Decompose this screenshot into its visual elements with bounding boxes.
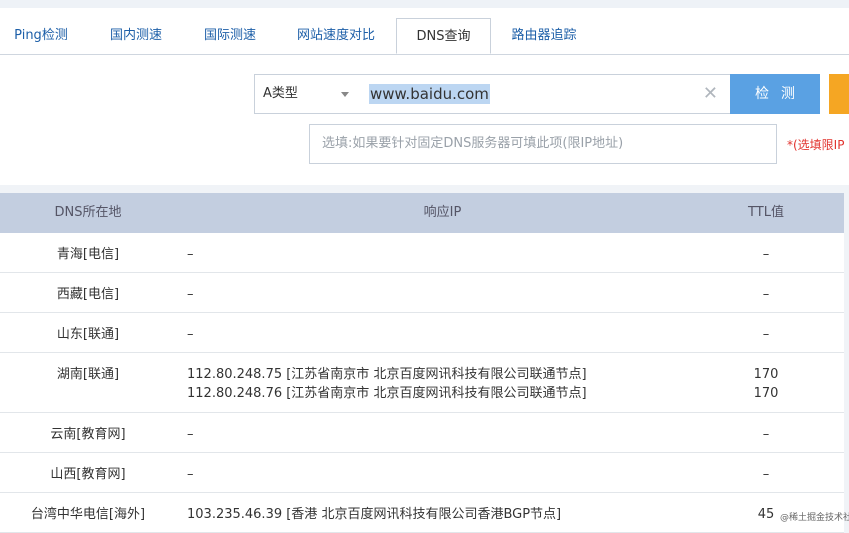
table-row: 山西[教育网] – – — [0, 453, 844, 493]
row-ips: 112.80.248.75 [江苏省南京市 北京百度网讯科技有限公司联通节点] 1… — [187, 365, 587, 403]
tab-ping[interactable]: Ping检测 — [0, 18, 82, 54]
row-ips: – — [187, 465, 194, 484]
ttl-value: – — [762, 467, 770, 482]
response-ip: 112.80.248.75 [江苏省南京市 北京百度网讯科技有限公司联通节点] — [187, 367, 587, 382]
tab-site-compare[interactable]: 网站速度对比 — [284, 18, 388, 54]
row-location: 青海[电信] — [56, 247, 120, 262]
response-ip: – — [187, 427, 194, 442]
table-row: 西藏[电信] – – — [0, 273, 844, 313]
chevron-down-icon — [341, 92, 349, 97]
tab-domestic-speed[interactable]: 国内测速 — [96, 18, 176, 54]
top-strip — [0, 0, 849, 8]
row-location: 云南[教育网] — [50, 427, 126, 442]
table-row: 台湾中华电信[海外] 103.235.46.39 [香港 北京百度网讯科技有限公司… — [0, 493, 844, 533]
ttl-value: – — [762, 287, 770, 302]
ttl-value: 170 — [753, 386, 779, 401]
table-row: 湖南[联通] 112.80.248.75 [江苏省南京市 北京百度网讯科技有限公司… — [0, 353, 844, 413]
tab-bar: Ping检测 国内测速 国际测速 网站速度对比 DNS查询 路由器追踪 — [0, 8, 849, 55]
response-ip: 112.80.248.76 [江苏省南京市 北京百度网讯科技有限公司联通节点] — [187, 386, 587, 401]
row-ttls: – — [736, 325, 796, 344]
row-ttls: – — [736, 285, 796, 304]
response-ip: – — [187, 247, 194, 262]
ttl-value: – — [762, 327, 770, 342]
row-location: 山东[联通] — [56, 327, 120, 342]
header-location: DNS所在地 — [54, 205, 122, 220]
row-ips: – — [187, 325, 194, 344]
row-ips: – — [187, 285, 194, 304]
response-ip: – — [187, 287, 194, 302]
table-row: 云南[教育网] – – — [0, 413, 844, 453]
tab-international-speed[interactable]: 国际测速 — [190, 18, 270, 54]
close-icon[interactable]: ✕ — [703, 84, 718, 104]
table-body: 青海[电信] – – 西藏[电信] – – 山东[联通] – – 湖南[联通] 112.80.248… — [0, 233, 844, 533]
row-location: 西藏[电信] — [56, 287, 120, 302]
row-ttls: 170 170 — [736, 365, 796, 403]
response-ip: – — [187, 327, 194, 342]
header-ttl: TTL值 — [748, 205, 784, 220]
secondary-button[interactable] — [829, 74, 849, 114]
row-location: 湖南[联通] — [56, 367, 120, 382]
table-row: 山东[联通] – – — [0, 313, 844, 353]
query-form: A类型 www.baidu.com ✕ 检测 选填:如果要针对固定DNS服务器可… — [0, 55, 849, 185]
ttl-value: – — [762, 427, 770, 442]
tab-traceroute[interactable]: 路由器追踪 — [499, 18, 589, 54]
table-header: DNS所在地 响应IP TTL值 — [0, 193, 844, 233]
dns-hint: *(选填限IP — [787, 138, 845, 152]
dns-server-input[interactable]: 选填:如果要针对固定DNS服务器可填此项(限IP地址) — [309, 124, 777, 164]
domain-input-value: www.baidu.com — [369, 84, 490, 104]
row-ttls: – — [736, 425, 796, 444]
response-ip: 103.235.46.39 [香港 北京百度网讯科技有限公司香港BGP节点] — [187, 507, 562, 522]
record-type-value: A类型 — [263, 86, 298, 101]
row-location: 台湾中华电信[海外] — [30, 507, 146, 522]
row-ips: 103.235.46.39 [香港 北京百度网讯科技有限公司香港BGP节点] — [187, 505, 561, 524]
row-ips: – — [187, 245, 194, 264]
check-button[interactable]: 检测 — [730, 74, 820, 114]
row-ttls: – — [736, 465, 796, 484]
results-table: DNS所在地 响应IP TTL值 青海[电信] – – 西藏[电信] – – 山东[联通] –… — [0, 193, 844, 533]
domain-input[interactable]: www.baidu.com ✕ — [359, 74, 731, 114]
table-row: 青海[电信] – – — [0, 233, 844, 273]
row-ips: – — [187, 425, 194, 444]
row-ttls: – — [736, 245, 796, 264]
watermark: @稀土掘金技术社区 — [780, 513, 849, 523]
header-ip: 响应IP — [423, 205, 462, 220]
ttl-value: 170 — [753, 367, 779, 382]
ttl-value: – — [762, 247, 770, 262]
row-location: 山西[教育网] — [50, 467, 126, 482]
response-ip: – — [187, 467, 194, 482]
tab-dns-query[interactable]: DNS查询 — [396, 18, 491, 54]
record-type-select[interactable]: A类型 — [254, 74, 360, 114]
